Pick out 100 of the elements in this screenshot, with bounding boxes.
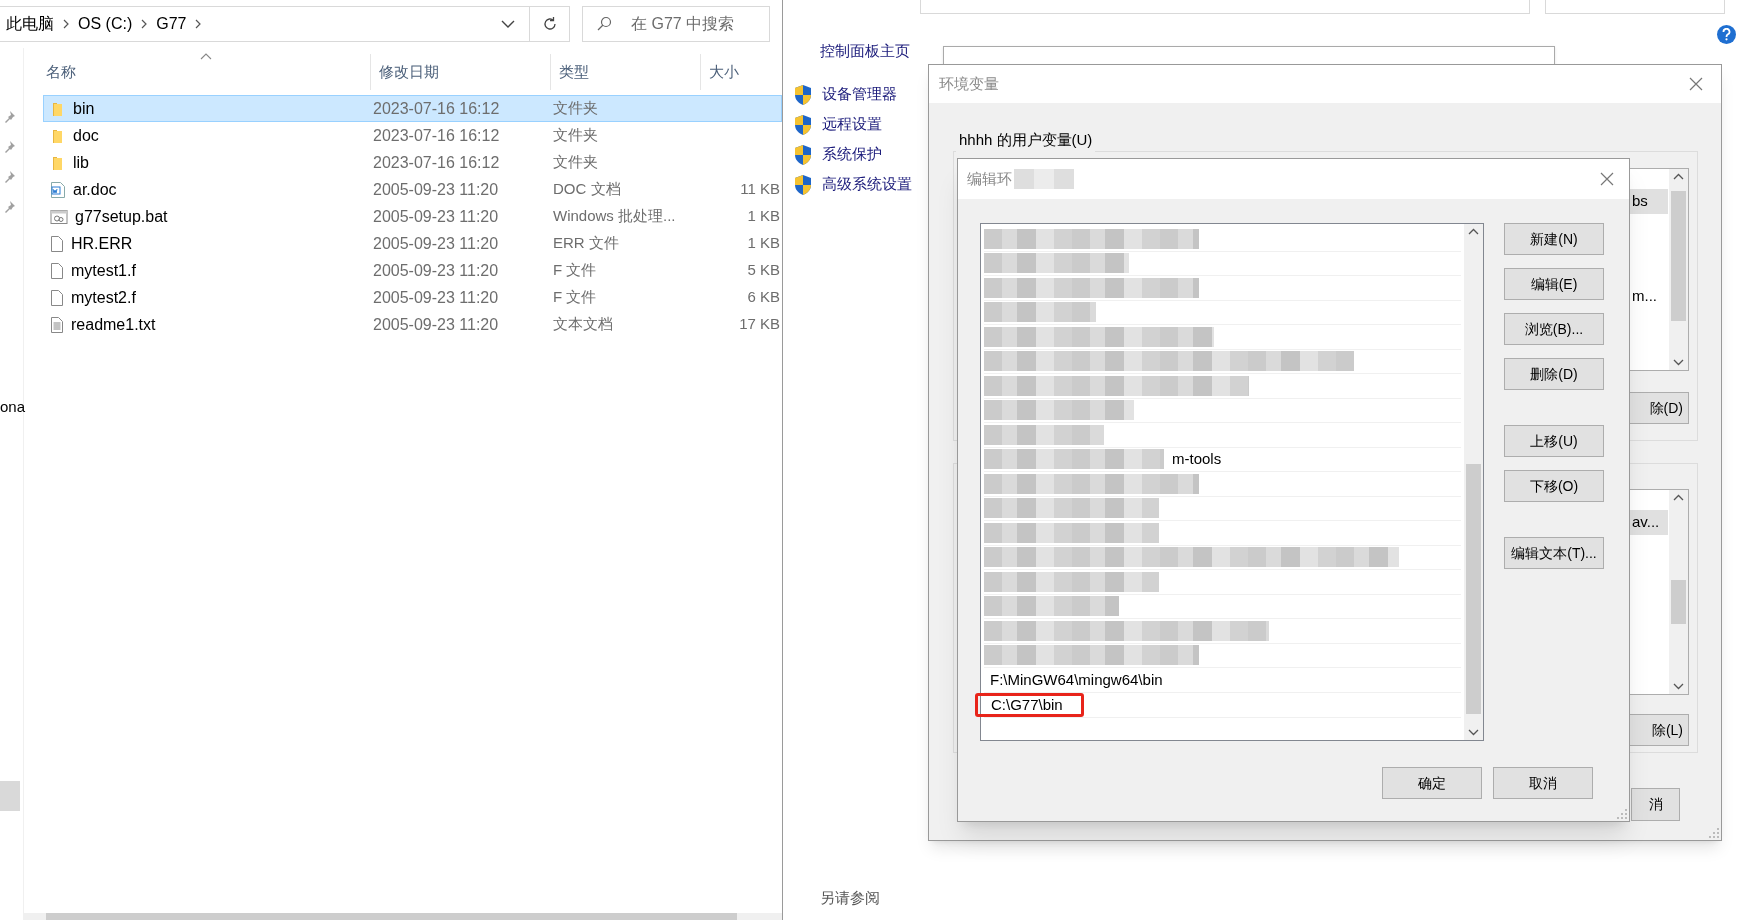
file-row[interactable]: mytest1.f 2005-09-23 11:20 F 文件 5 KB: [43, 257, 782, 284]
nav-item-text[interactable]: ona: [0, 399, 26, 414]
resize-grip-icon[interactable]: [1709, 828, 1719, 838]
file-date: 2005-09-23 11:20: [372, 260, 500, 281]
column-header[interactable]: 名称: [43, 54, 370, 90]
file-name: ar.doc: [73, 179, 117, 200]
file-date: 2023-07-16 16:12: [372, 98, 501, 119]
close-icon[interactable]: [1600, 172, 1614, 186]
file-name: mytest2.f: [71, 287, 136, 308]
file-row[interactable]: lib 2023-07-16 16:12 文件夹: [43, 149, 782, 176]
file-size: 11 KB: [740, 179, 780, 200]
column-header[interactable]: 类型: [550, 54, 700, 90]
settings-link[interactable]: 设备管理器: [822, 83, 897, 106]
file-size: 1 KB: [747, 233, 780, 254]
file-type: 文本文档: [553, 314, 614, 335]
window-title: 环境变量: [939, 73, 999, 94]
file-date: 2023-07-16 16:12: [372, 152, 501, 173]
delete-button[interactable]: 除(L): [1629, 714, 1689, 746]
word-document-icon: [50, 180, 66, 199]
pin-icon[interactable]: [4, 170, 16, 184]
shield-icon: [793, 143, 813, 166]
file-date: 2023-07-16 16:12: [372, 125, 501, 146]
file-type: F 文件: [553, 260, 598, 281]
scroll-up-icon[interactable]: [1468, 228, 1479, 235]
breadcrumb[interactable]: G77: [156, 12, 187, 36]
file-row[interactable]: mytest2.f 2005-09-23 11:20 F 文件 6 KB: [43, 284, 782, 311]
breadcrumb[interactable]: 此电脑: [6, 12, 54, 36]
pin-icon[interactable]: [4, 110, 16, 124]
nav-scrollbar-thumb[interactable]: [0, 781, 20, 811]
file-row[interactable]: bin 2023-07-16 16:12 文件夹: [43, 95, 782, 122]
file-date: 2005-09-23 11:20: [372, 287, 500, 308]
file-date: 2005-09-23 11:20: [372, 179, 500, 200]
settings-link[interactable]: 系统保护: [822, 143, 882, 166]
file-type: 文件夹: [553, 152, 599, 173]
settings-link[interactable]: 远程设置: [822, 113, 882, 136]
file-type: 文件夹: [553, 98, 599, 119]
scrollbar-thumb[interactable]: [1671, 580, 1686, 624]
question-mark-icon: [1722, 28, 1731, 41]
breadcrumb[interactable]: OS (C:): [78, 12, 133, 36]
file-date: 2005-09-23 11:20: [372, 206, 500, 227]
dropdown-icon[interactable]: [501, 19, 515, 29]
cancel-button[interactable]: 取消: [1493, 767, 1593, 799]
dialog-button[interactable]: 新建(N): [1504, 223, 1604, 255]
list-row[interactable]: av...: [1630, 510, 1668, 535]
scrollbar-thumb[interactable]: [46, 913, 737, 920]
search-icon: [596, 16, 612, 32]
cancel-button[interactable]: 消: [1631, 788, 1680, 821]
dialog-button[interactable]: 浏览(B)...: [1504, 313, 1604, 345]
dialog-button[interactable]: 删除(D): [1504, 358, 1604, 390]
file-row[interactable]: ar.doc 2005-09-23 11:20 DOC 文档 11 KB: [43, 176, 782, 203]
file-name: readme1.txt: [71, 314, 156, 335]
file-size: 1 KB: [747, 206, 780, 227]
ok-button[interactable]: 确定: [1382, 767, 1482, 799]
path-entry[interactable]: C:\G77\bin: [975, 693, 1084, 717]
text-file-icon: [50, 315, 64, 334]
refresh-icon[interactable]: [541, 16, 558, 32]
scroll-down-icon[interactable]: [1673, 359, 1684, 366]
file-type: F 文件: [553, 287, 598, 308]
list-row[interactable]: bs: [1630, 189, 1668, 214]
file-row[interactable]: g77setup.bat 2005-09-23 11:20 Windows 批处理... 1 KB: [43, 203, 782, 230]
scrollbar-thumb[interactable]: [1466, 464, 1481, 714]
file-date: 2005-09-23 11:20: [372, 314, 500, 335]
scroll-up-icon[interactable]: [1673, 494, 1684, 501]
column-header[interactable]: 修改日期: [370, 54, 550, 90]
dialog-button[interactable]: 编辑文本(T)...: [1504, 537, 1604, 569]
column-header[interactable]: 大小: [700, 54, 782, 90]
resize-grip-icon[interactable]: [1617, 809, 1627, 819]
dialog-button[interactable]: 上移(U): [1504, 425, 1604, 457]
file-row[interactable]: HR.ERR 2005-09-23 11:20 ERR 文件 1 KB: [43, 230, 782, 257]
file-row[interactable]: readme1.txt 2005-09-23 11:20 文本文档 17 KB: [43, 311, 782, 338]
settings-link[interactable]: 高级系统设置: [822, 173, 912, 196]
file-name: bin: [73, 98, 95, 119]
file-icon: [50, 234, 64, 253]
pin-icon[interactable]: [4, 200, 16, 214]
file-icon: [50, 288, 64, 307]
address-bar[interactable]: 此电脑 OS (C:) G77: [0, 6, 570, 42]
pin-icon[interactable]: [4, 140, 16, 154]
path-entry[interactable]: F:\MinGW64\mingw64\bin: [984, 668, 1181, 692]
chevron-icon: [62, 19, 70, 29]
scrollbar-thumb[interactable]: [1671, 191, 1686, 321]
file-date: 2005-09-23 11:20: [372, 233, 500, 254]
scroll-up-icon[interactable]: [1673, 173, 1684, 180]
file-icon: [50, 261, 64, 280]
path-entry[interactable]: m-tools: [1172, 448, 1222, 471]
scroll-down-icon[interactable]: [1673, 683, 1684, 690]
file-size: 5 KB: [747, 260, 780, 281]
file-row[interactable]: doc 2023-07-16 16:12 文件夹: [43, 122, 782, 149]
file-name: mytest1.f: [71, 260, 136, 281]
search-field[interactable]: 在 G77 中搜索: [582, 6, 770, 42]
file-type: ERR 文件: [553, 233, 620, 254]
delete-button[interactable]: 除(D): [1629, 392, 1689, 424]
close-icon[interactable]: [1689, 77, 1703, 91]
dialog-button[interactable]: 编辑(E): [1504, 268, 1604, 300]
help-icon[interactable]: [1717, 25, 1736, 44]
see-also-heading: 另请参阅: [820, 888, 880, 908]
scroll-down-icon[interactable]: [1468, 729, 1479, 736]
chevron-icon: [194, 19, 203, 29]
group-label: hhhh 的用户变量(U): [956, 129, 1096, 152]
dialog-button[interactable]: 下移(O): [1504, 470, 1604, 502]
home-link[interactable]: 控制面板主页: [820, 40, 912, 63]
